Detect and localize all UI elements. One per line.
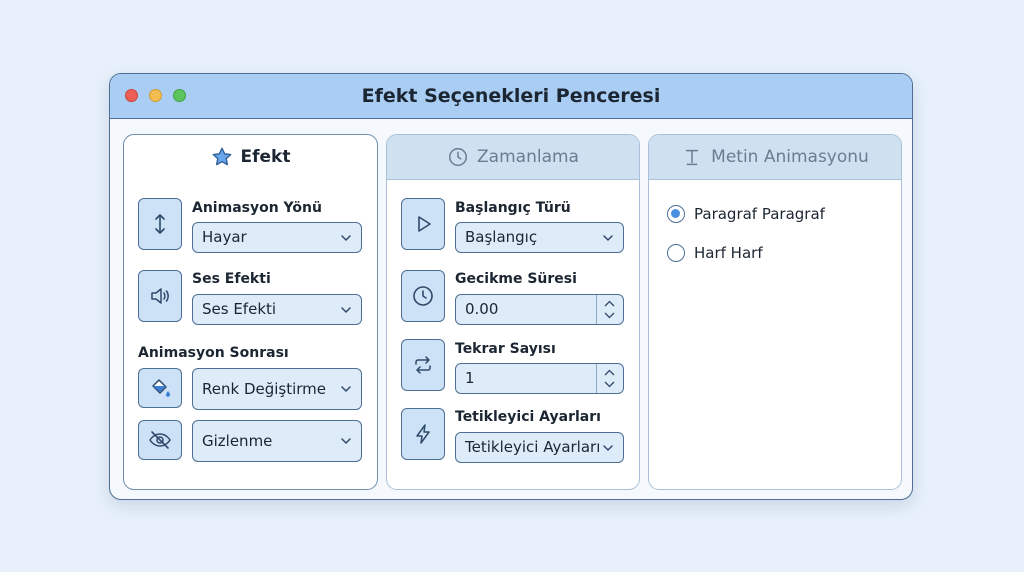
repeat-value: 1 (465, 369, 475, 387)
sound-select[interactable]: Ses Efekti (192, 294, 362, 325)
tab-text-animation[interactable]: Metin Animasyonu (649, 135, 901, 180)
radio-letter-label: Harf Harf (694, 244, 763, 262)
tab-effect-label: Efekt (240, 147, 291, 167)
radio-letter[interactable]: Harf Harf (667, 244, 763, 262)
speaker-icon (151, 288, 169, 304)
direction-label: Animasyon Yönü (192, 200, 322, 216)
radio-paragraph-button[interactable] (667, 205, 685, 223)
direction-icon-button[interactable] (138, 198, 182, 250)
chevron-down-icon (341, 438, 351, 445)
radio-paragraph-label: Paragraf Paragraf (694, 205, 825, 223)
hide-select[interactable]: Gizlenme (192, 420, 362, 462)
text-animation-panel: Metin Animasyonu Paragraf Paragraf Harf … (648, 134, 902, 490)
repeat-icon (415, 356, 431, 374)
radio-paragraph[interactable]: Paragraf Paragraf (667, 205, 825, 223)
star-icon (212, 147, 231, 166)
start-type-value: Başlangıç (465, 228, 538, 246)
play-icon (418, 216, 431, 232)
lightning-icon (416, 424, 430, 444)
chevron-up-icon[interactable] (604, 300, 615, 307)
direction-value: Hayar (202, 228, 247, 246)
trigger-label: Tetikleyici Ayarları (455, 409, 601, 425)
radio-letter-button[interactable] (667, 244, 685, 262)
color-change-select[interactable]: Renk Değiştirme (192, 368, 362, 410)
delay-value: 0.00 (465, 300, 499, 318)
delay-icon-button[interactable] (401, 270, 445, 322)
text-cursor-icon (685, 149, 699, 166)
chevron-down-icon (603, 445, 613, 452)
start-type-icon-button[interactable] (401, 198, 445, 250)
paint-bucket-icon (152, 379, 170, 397)
chevron-down-icon (341, 386, 351, 393)
trigger-select[interactable]: Tetikleyici Ayarları (455, 432, 624, 463)
color-change-value: Renk Değiştirme (202, 380, 327, 398)
chevron-down-icon (603, 235, 613, 242)
delay-label: Gecikme Süresi (455, 271, 577, 287)
sound-icon-button[interactable] (138, 270, 182, 322)
tab-timing-label: Zamanlama (477, 147, 579, 167)
repeat-stepper-arrows[interactable] (596, 364, 623, 393)
tab-effect[interactable]: Efekt (124, 135, 377, 179)
color-change-icon-button[interactable] (138, 368, 182, 408)
start-type-select[interactable]: Başlangıç (455, 222, 624, 253)
sound-value: Ses Efekti (202, 300, 277, 318)
hide-value: Gizlenme (202, 432, 273, 450)
tab-timing[interactable]: Zamanlama (387, 135, 639, 180)
vertical-arrows-icon (155, 214, 165, 234)
tab-text-animation-label: Metin Animasyonu (711, 147, 869, 167)
repeat-icon-button[interactable] (401, 339, 445, 391)
trigger-value: Tetikleyici Ayarları (465, 438, 601, 456)
delay-stepper-arrows[interactable] (596, 295, 623, 324)
trigger-icon-button[interactable] (401, 408, 445, 460)
delay-stepper[interactable]: 0.00 (455, 294, 624, 325)
chevron-down-icon[interactable] (604, 312, 615, 319)
after-animation-label: Animasyon Sonrası (138, 345, 289, 361)
timing-panel: Zamanlama Başlangıç Türü Başlangıç Gecik… (386, 134, 640, 490)
eye-off-icon (149, 431, 171, 449)
effect-options-window: Efekt Seçenekleri Penceresi Efekt Animas… (109, 73, 913, 500)
clock-icon (449, 148, 468, 166)
window-title: Efekt Seçenekleri Penceresi (361, 85, 661, 107)
chevron-down-icon[interactable] (604, 381, 615, 388)
repeat-stepper[interactable]: 1 (455, 363, 624, 394)
hide-icon-button[interactable] (138, 420, 182, 460)
clock-icon (413, 286, 433, 306)
repeat-label: Tekrar Sayısı (455, 341, 556, 357)
direction-select[interactable]: Hayar (192, 222, 362, 253)
effect-panel: Efekt Animasyon Yönü Hayar Ses Efekti Se… (123, 134, 378, 490)
chevron-up-icon[interactable] (604, 369, 615, 376)
start-type-label: Başlangıç Türü (455, 200, 571, 216)
title-bar: Efekt Seçenekleri Penceresi (110, 74, 912, 119)
chevron-down-icon (341, 235, 351, 242)
sound-label: Ses Efekti (192, 271, 271, 287)
chevron-down-icon (341, 307, 351, 314)
